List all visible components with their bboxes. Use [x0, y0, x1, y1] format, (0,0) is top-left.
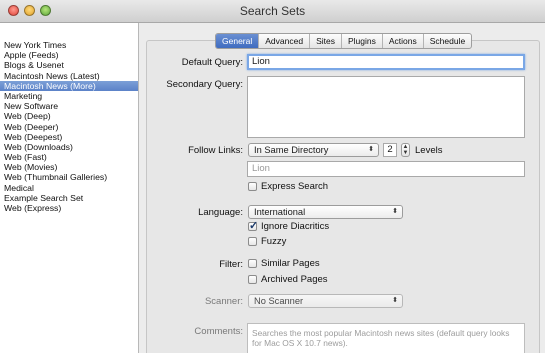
checkbox-box	[248, 182, 257, 191]
levels-stepper[interactable]: ▲ ▼	[401, 143, 410, 157]
default-query-label: Default Query:	[181, 57, 243, 68]
checkbox-box	[248, 259, 257, 268]
search-set-item[interactable]: Web (Thumbnail Galleries)	[0, 172, 138, 182]
search-set-item[interactable]: Web (Fast)	[0, 152, 138, 162]
fuzzy-label: Fuzzy	[261, 236, 287, 247]
language-value: International	[254, 207, 306, 217]
search-set-items: New York Times Apple (Feeds) Blogs & Usene…	[0, 40, 138, 213]
stepper-icon: ▲ ▼	[402, 144, 409, 156]
search-set-item[interactable]: Web (Deepest)	[0, 132, 138, 142]
follow-links-popup[interactable]: In Same Directory ⬍	[248, 143, 379, 157]
search-set-item[interactable]: New York Times	[0, 40, 138, 50]
checkmark-icon: ✓	[249, 220, 259, 232]
settings-panel: General Advanced Sites Plugins Actions Schedu…	[139, 23, 545, 353]
window-title: Search Sets	[239, 4, 306, 18]
ignore-diacritics-checkbox[interactable]: ✓ Ignore Diacritics	[248, 220, 330, 232]
scanner-value: No Scanner	[254, 296, 304, 306]
search-set-item[interactable]: Blogs & Usenet	[0, 60, 138, 70]
up-down-chevron-icon: ⬍	[368, 146, 374, 153]
ignore-diacritics-label: Ignore Diacritics	[261, 221, 330, 232]
scanner-popup[interactable]: No Scanner ⬍	[248, 294, 403, 308]
secondary-query-textarea[interactable]	[247, 76, 525, 138]
search-set-item[interactable]: Web (Deeper)	[0, 122, 138, 132]
archived-pages-label: Archived Pages	[261, 274, 328, 285]
search-set-item[interactable]: Web (Deep)	[0, 111, 138, 121]
similar-pages-checkbox[interactable]: Similar Pages	[248, 258, 320, 269]
up-down-chevron-icon: ⬍	[392, 297, 398, 304]
tab-general[interactable]: General	[216, 34, 259, 48]
follow-links-label: Follow Links:	[188, 145, 243, 156]
filter-label: Filter:	[219, 259, 243, 270]
express-search-label: Express Search	[261, 181, 329, 192]
tab-actions[interactable]: Actions	[381, 34, 423, 48]
search-set-item[interactable]: New Software	[0, 101, 138, 111]
search-set-item[interactable]: Medical	[0, 183, 138, 193]
checkbox-box	[248, 275, 257, 284]
search-sets-window: Search Sets New York Times Apple (Feeds) B…	[0, 0, 545, 353]
search-set-item[interactable]: Apple (Feeds)	[0, 50, 138, 60]
tab-sites[interactable]: Sites	[309, 34, 341, 48]
search-set-item[interactable]: Web (Movies)	[0, 162, 138, 172]
search-set-list[interactable]: New York Times Apple (Feeds) Blogs & Usene…	[0, 23, 139, 353]
up-down-chevron-icon: ⬍	[392, 208, 398, 215]
follow-links-value: In Same Directory	[254, 145, 329, 155]
express-search-checkbox[interactable]: Express Search	[248, 181, 328, 192]
tab-advanced[interactable]: Advanced	[258, 34, 309, 48]
levels-field[interactable]: 2	[383, 143, 397, 157]
search-set-item[interactable]: Macintosh News (More)	[0, 80, 138, 91]
tab-plugins[interactable]: Plugins	[340, 34, 382, 48]
tab-schedule[interactable]: Schedule	[422, 34, 471, 48]
search-set-item[interactable]: Web (Downloads)	[0, 142, 138, 152]
follow-links-pattern-field[interactable]: Lion	[247, 161, 525, 177]
fuzzy-checkbox[interactable]: Fuzzy	[248, 236, 286, 247]
search-set-item[interactable]: Macintosh News (Latest)	[0, 71, 138, 81]
scanner-label: Scanner:	[204, 296, 243, 307]
similar-pages-label: Similar Pages	[261, 258, 320, 269]
levels-label: Levels	[415, 145, 443, 156]
default-query-input[interactable]: Lion	[247, 54, 525, 70]
comments-textarea[interactable]: Searches the most popular Macintosh news…	[247, 323, 525, 353]
language-label: Language:	[198, 207, 243, 218]
comments-label: Comments:	[194, 326, 243, 337]
search-set-item[interactable]: Web (Express)	[0, 203, 138, 213]
title-bar: Search Sets	[0, 0, 545, 23]
search-set-item[interactable]: Example Search Set	[0, 193, 138, 203]
checkbox-box	[248, 237, 257, 246]
secondary-query-label: Secondary Query:	[166, 79, 243, 90]
language-popup[interactable]: International ⬍	[248, 205, 403, 219]
checkbox-box: ✓	[248, 220, 259, 232]
search-set-item[interactable]: Marketing	[0, 91, 138, 101]
archived-pages-checkbox[interactable]: Archived Pages	[248, 274, 328, 285]
follow-links-pattern-placeholder: Lion	[252, 163, 270, 174]
tab-bar: General Advanced Sites Plugins Actions Schedu…	[215, 33, 473, 49]
